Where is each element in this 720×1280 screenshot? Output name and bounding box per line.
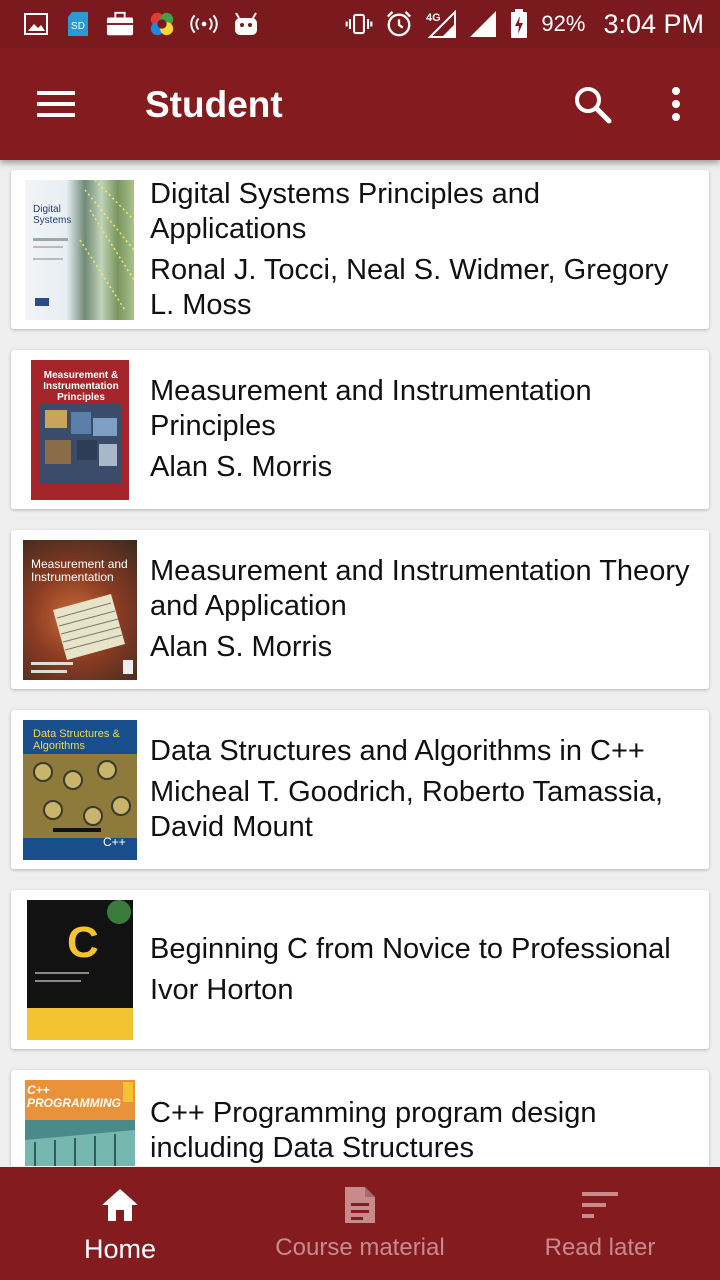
book-info: Measurement and Instrumentation Principl… xyxy=(150,350,699,509)
book-info: Data Structures and Algorithms in C++ Mi… xyxy=(150,710,699,869)
book-title: Measurement and Instrumentation Theory a… xyxy=(150,555,690,622)
alarm-icon xyxy=(385,10,413,38)
book-cover-measurement-principles: Measurement & Instrumentation Principles xyxy=(31,360,129,500)
status-right-icons: 4G 92% 3:04 PM xyxy=(345,9,704,40)
document-icon xyxy=(340,1185,380,1225)
signal-4g-icon: 4G xyxy=(425,10,457,38)
book-card-data-structures[interactable]: C++ Data Structures & Algorithms Data St… xyxy=(11,710,709,869)
cover-title-cpp-programming: C++ PROGRAMMING xyxy=(27,1083,121,1110)
cover-title-data-structures: Data Structures & Algorithms xyxy=(33,728,120,752)
image-icon xyxy=(22,10,50,38)
book-cover-digital-systems: Digital Systems xyxy=(25,180,134,320)
book-title: C++ Programming program design including… xyxy=(150,1097,597,1164)
nav-read-later[interactable]: Read later xyxy=(480,1167,720,1280)
book-author: Alan S. Morris xyxy=(150,631,333,663)
vibrate-icon xyxy=(345,10,373,38)
book-card-cpp-programming[interactable]: C++ PROGRAMMING C++ Programming program … xyxy=(11,1070,709,1166)
status-time: 3:04 PM xyxy=(603,8,704,39)
cover-title-digital-systems: Digital Systems xyxy=(33,204,72,226)
book-author: Ivor Horton xyxy=(150,973,294,1006)
book-cover-data-structures: C++ Data Structures & Algorithms xyxy=(23,720,137,860)
book-card-measurement-principles[interactable]: Measurement & Instrumentation Principles… xyxy=(11,350,709,509)
hamburger-menu-icon[interactable] xyxy=(26,78,86,130)
cover-title-measurement-principles: Measurement & Instrumentation Principles xyxy=(43,370,119,403)
search-icon[interactable] xyxy=(566,78,618,130)
bottom-navigation: Home Course material Read later xyxy=(0,1167,720,1280)
status-bar: SD 4G 92% 3:04 PM xyxy=(0,0,720,48)
app-bar: Student xyxy=(0,48,720,160)
book-title: Data Structures and Algorithms in C++ xyxy=(150,735,645,767)
cover-title-measurement-theory: Measurement and Instrumentation xyxy=(31,557,128,584)
more-vert-icon[interactable] xyxy=(650,78,702,130)
battery-percent: 92% xyxy=(541,11,586,36)
book-info: Measurement and Instrumentation Theory a… xyxy=(150,530,699,689)
book-author: Alan S. Morris xyxy=(150,451,333,483)
svg-text:C++: C++ xyxy=(103,835,126,849)
book-info: Digital Systems Principles and Applicati… xyxy=(150,170,699,329)
nav-home[interactable]: Home xyxy=(0,1167,240,1280)
android-icon xyxy=(232,10,260,38)
sd-badge-text: SD xyxy=(71,21,85,32)
nav-label-read-later: Read later xyxy=(544,1234,656,1261)
nav-course-material[interactable]: Course material xyxy=(240,1167,480,1280)
nav-label-course-material: Course material xyxy=(275,1234,445,1261)
book-title: Digital Systems Principles and Applicati… xyxy=(150,177,541,245)
book-cover-cpp-programming: C++ PROGRAMMING xyxy=(25,1080,135,1166)
battery-icon xyxy=(509,9,529,38)
sd-card-icon: SD xyxy=(64,10,92,38)
briefcase-icon xyxy=(106,10,134,38)
colorful-app-icon xyxy=(148,10,176,38)
book-card-beginning-c[interactable]: C Beginning C from Novice to Professiona… xyxy=(11,890,709,1049)
book-title: Measurement and Instrumentation Principl… xyxy=(150,375,592,442)
book-info: C++ Programming program design including… xyxy=(150,1070,699,1166)
book-cover-measurement-theory: Measurement and Instrumentation xyxy=(23,540,137,680)
status-left-icons: SD xyxy=(22,10,260,38)
book-card-measurement-theory[interactable]: Measurement and Instrumentation Measurem… xyxy=(11,530,709,689)
book-card-digital-systems[interactable]: Digital Systems Digital Systems Principl… xyxy=(11,170,709,329)
cover-title-beginning-c: C xyxy=(67,918,99,967)
book-cover-beginning-c: C xyxy=(27,900,133,1040)
page-title: Student xyxy=(145,84,283,125)
sort-lines-icon xyxy=(580,1185,620,1225)
signal-icon xyxy=(469,10,497,38)
home-icon xyxy=(100,1185,140,1225)
book-author: Ronal J. Tocci, Neal S. Widmer, Gregory … xyxy=(150,253,669,321)
hotspot-icon xyxy=(190,10,218,38)
nav-label-home: Home xyxy=(83,1234,157,1264)
book-title: Beginning C from Novice to Professional xyxy=(150,932,671,965)
book-author: Micheal T. Goodrich, Roberto Tamassia, D… xyxy=(150,776,664,843)
book-list: Digital Systems Digital Systems Principl… xyxy=(0,160,720,1166)
book-info: Beginning C from Novice to Professional … xyxy=(150,890,699,1049)
network-type: 4G xyxy=(426,12,441,24)
